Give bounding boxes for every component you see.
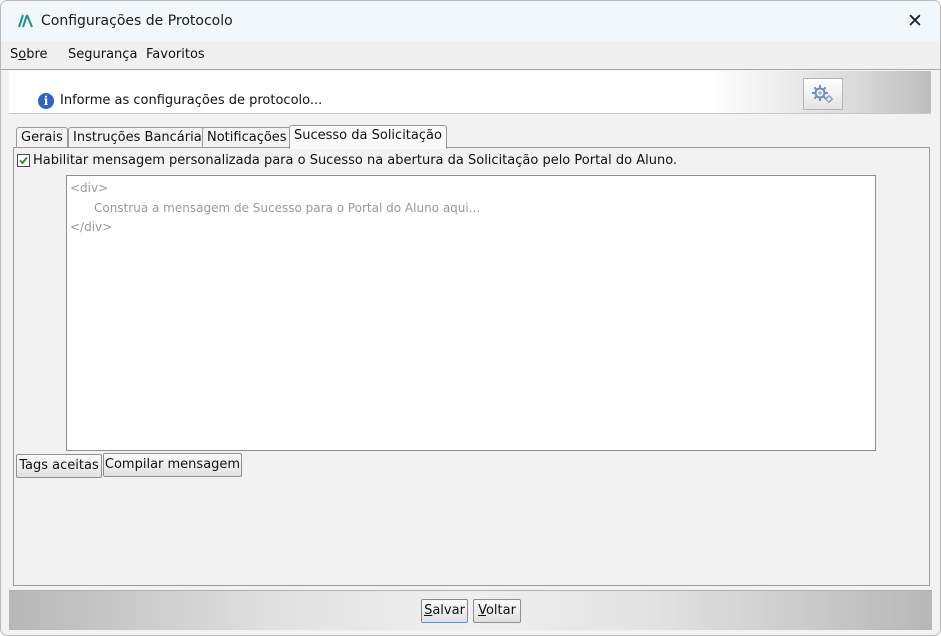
compile-message-button[interactable]: Compilar mensagem <box>103 453 242 477</box>
tab-panel-sucesso: Habilitar mensagem personalizada para o … <box>13 147 930 586</box>
tags-aceitas-button[interactable]: Tags aceitas <box>16 454 102 478</box>
menu-seguranca[interactable]: Segurança <box>68 47 137 62</box>
settings-button[interactable] <box>803 78 843 110</box>
title-bar[interactable]: Configurações de Protocolo ✕ <box>1 1 940 41</box>
tab-sucesso-da-solicitacao[interactable]: Sucesso da Solicitação <box>289 125 447 149</box>
checkmark-icon <box>19 156 28 165</box>
banner-text: Informe as configurações de protocolo... <box>60 93 323 108</box>
editor-line: </div> <box>70 220 113 234</box>
tab-notificacoes[interactable]: Notificações <box>202 127 292 148</box>
tab-instrucoes-bancarias[interactable]: Instruções Bancárias <box>68 127 214 148</box>
enable-custom-message-checkbox[interactable] <box>17 154 30 167</box>
save-button[interactable]: Salvar <box>421 599 468 623</box>
close-button[interactable]: ✕ <box>904 10 926 32</box>
menu-bar: Sobre Segurança Favoritos <box>1 41 940 70</box>
info-banner: i Informe as configurações de protocolo.… <box>9 71 931 114</box>
menu-sobre[interactable]: Sobre <box>10 47 48 62</box>
gear-icon <box>812 85 833 103</box>
checkbox-label: Habilitar mensagem personalizada para o … <box>33 153 678 168</box>
info-icon: i <box>38 93 54 109</box>
window-title: Configurações de Protocolo <box>41 13 233 29</box>
app-logo-icon <box>18 14 33 28</box>
menu-favoritos[interactable]: Favoritos <box>146 47 205 62</box>
footer-bar: Salvar Voltar <box>9 590 932 630</box>
message-editor[interactable]: <div> Construa a mensagem de Sucesso par… <box>66 175 876 451</box>
dialog-window: Configurações de Protocolo ✕ Sobre Segur… <box>0 0 941 636</box>
editor-line: Construa a mensagem de Sucesso para o Po… <box>94 201 481 215</box>
editor-line: <div> <box>70 181 109 195</box>
tab-gerais[interactable]: Gerais <box>16 127 68 148</box>
close-icon: ✕ <box>907 10 923 32</box>
back-button[interactable]: Voltar <box>473 599 521 623</box>
